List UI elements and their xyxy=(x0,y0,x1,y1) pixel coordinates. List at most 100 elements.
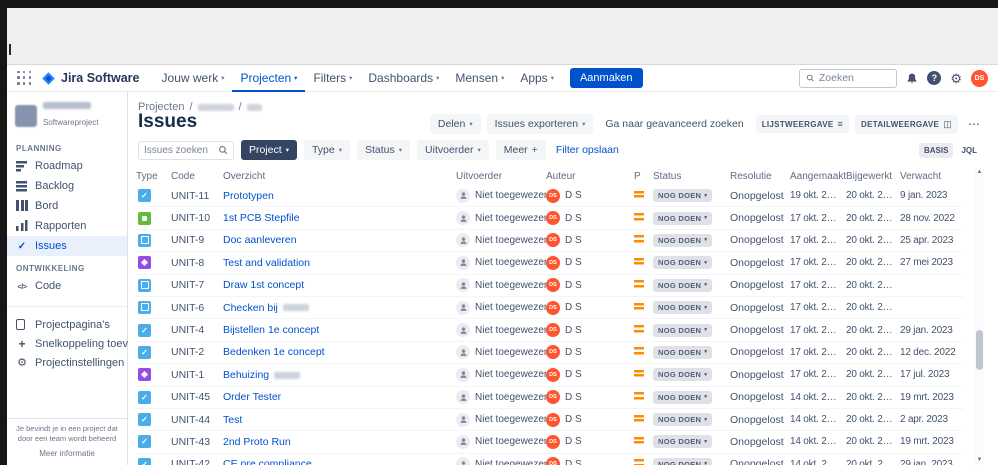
detail-view-toggle[interactable]: DETAILWEERGAVE ◫ xyxy=(855,114,958,134)
status-dropdown[interactable]: NOG DOEN ▾ xyxy=(653,256,713,270)
sidebar-item-issues[interactable]: Issues xyxy=(7,236,127,256)
status-dropdown[interactable]: NOG DOEN ▾ xyxy=(653,413,713,427)
project-header[interactable]: Softwareproject xyxy=(7,92,127,130)
filter-type-dropdown[interactable]: Type ▾ xyxy=(303,140,350,160)
breadcrumb-redacted-item[interactable] xyxy=(246,103,262,111)
col-code[interactable]: Code xyxy=(171,171,223,182)
sidebar-item-projectpaginas[interactable]: Projectpagina's xyxy=(7,315,127,334)
status-dropdown[interactable]: NOG DOEN ▾ xyxy=(653,345,713,359)
issue-summary-link[interactable]: Order Tester xyxy=(223,391,281,403)
issue-summary-link[interactable]: Bedenken 1e concept xyxy=(223,346,325,358)
user-avatar[interactable]: DS xyxy=(971,69,988,87)
sidebar-item-snelkoppeling[interactable]: Snelkoppeling toevoeg... xyxy=(7,334,155,353)
scroll-down-icon[interactable]: ▼ xyxy=(975,457,984,463)
nav-jouw-werk[interactable]: Jouw werk ▾ xyxy=(154,65,233,92)
share-button[interactable]: Delen ▾ xyxy=(429,114,481,134)
status-dropdown[interactable]: NOG DOEN ▾ xyxy=(653,211,713,225)
issue-summary-link[interactable]: Bijstellen 1e concept xyxy=(223,324,319,336)
jira-logo-icon[interactable] xyxy=(41,71,56,86)
issue-row[interactable]: UNIT-10 1st PCB Stepfile Niet toegewezen… xyxy=(136,207,964,230)
nav-mensen[interactable]: Mensen ▾ xyxy=(447,65,512,92)
issue-summary-link[interactable]: Draw 1st concept xyxy=(223,279,304,291)
status-dropdown[interactable]: NOG DOEN ▾ xyxy=(653,435,713,449)
create-button[interactable]: Aanmaken xyxy=(569,68,643,88)
issues-search-input[interactable] xyxy=(144,144,214,156)
col-aangemaakt[interactable]: Aangemaakt↓ xyxy=(790,171,846,182)
status-dropdown[interactable]: NOG DOEN ▾ xyxy=(653,189,713,203)
issue-row[interactable]: UNIT-44 Test Niet toegewezen DS D S NOG … xyxy=(136,408,964,432)
sidebar-item-backlog[interactable]: Backlog xyxy=(7,176,127,196)
nav-apps[interactable]: Apps ▾ xyxy=(512,65,562,92)
issue-row[interactable]: UNIT-6 Checken bij Niet toegewezen DS D … xyxy=(136,296,964,320)
status-dropdown[interactable]: NOG DOEN ▾ xyxy=(653,233,713,247)
col-resolutie[interactable]: Resolutie xyxy=(730,171,790,182)
list-view-toggle[interactable]: LIJSTWEERGAVE ≡ xyxy=(755,115,850,133)
status-dropdown[interactable]: NOG DOEN ▾ xyxy=(653,368,713,382)
issue-summary-link[interactable]: Prototypen xyxy=(223,190,274,202)
export-issues-button[interactable]: Issues exporteren ▾ xyxy=(486,114,594,134)
global-search[interactable] xyxy=(799,68,898,88)
status-dropdown[interactable]: NOG DOEN ▾ xyxy=(653,457,713,465)
settings-gear-icon[interactable]: ⚙ xyxy=(950,72,962,85)
issue-row[interactable]: UNIT-1 Behuizing Niet toegewezen DS D S … xyxy=(136,364,964,387)
sidebar-item-rapporten[interactable]: Rapporten xyxy=(7,216,127,236)
issue-row[interactable]: UNIT-7 Draw 1st concept Niet toegewezen … xyxy=(136,274,964,297)
save-filter-link[interactable]: Filter opslaan xyxy=(556,144,619,156)
notifications-bell-icon[interactable] xyxy=(906,72,918,85)
status-dropdown[interactable]: NOG DOEN ▾ xyxy=(653,390,713,404)
filter-status-dropdown[interactable]: Status ▾ xyxy=(356,140,411,160)
filter-project-dropdown[interactable]: Project ▾ xyxy=(241,140,297,160)
vertical-scrollbar[interactable]: ▲ ▼ xyxy=(975,168,984,465)
mode-jql[interactable]: JQL xyxy=(956,143,982,158)
filter-assignee-dropdown[interactable]: Uitvoerder ▾ xyxy=(417,140,489,160)
issue-summary-link[interactable]: Checken bij xyxy=(223,302,278,314)
issue-row[interactable]: UNIT-8 Test and validation Niet toegewez… xyxy=(136,252,964,275)
col-uitvoerder[interactable]: Uitvoerder xyxy=(456,171,546,182)
col-status[interactable]: Status xyxy=(653,171,730,182)
help-icon[interactable]: ? xyxy=(927,71,942,85)
sidebar-item-bord[interactable]: Bord xyxy=(7,196,127,216)
col-type[interactable]: Type xyxy=(136,171,171,182)
app-switcher-icon[interactable] xyxy=(17,70,32,86)
issue-row[interactable]: UNIT-4 Bijstellen 1e concept Niet toegew… xyxy=(136,319,964,342)
more-actions-button[interactable]: ⋯ xyxy=(964,115,984,133)
advanced-search-button[interactable]: Ga naar geavanceerd zoeken xyxy=(599,114,749,134)
status-dropdown[interactable]: NOG DOEN ▾ xyxy=(653,301,713,315)
scroll-up-icon[interactable]: ▲ xyxy=(975,169,984,175)
col-bijgewerkt[interactable]: Bijgewerkt xyxy=(846,171,900,182)
col-p[interactable]: P xyxy=(634,171,653,182)
nav-dashboards[interactable]: Dashboards ▾ xyxy=(360,65,447,92)
jira-logo-text[interactable]: Jira Software xyxy=(61,71,140,85)
issues-search[interactable] xyxy=(138,140,234,160)
breadcrumb-redacted-project[interactable] xyxy=(197,103,234,111)
global-search-input[interactable] xyxy=(818,72,891,84)
nav-filters[interactable]: Filters ▾ xyxy=(305,65,360,92)
issue-key: UNIT-8 xyxy=(171,256,205,269)
issue-summary-link[interactable]: Behuizing xyxy=(223,369,269,381)
more-info-link[interactable]: Meer informatie xyxy=(13,448,121,459)
issue-row[interactable]: UNIT-45 Order Tester Niet toegewezen DS … xyxy=(136,386,964,409)
sidebar-item-projectinstellingen[interactable]: Projectinstellingen xyxy=(7,353,127,372)
col-auteur[interactable]: Auteur xyxy=(546,171,634,182)
status-dropdown[interactable]: NOG DOEN ▾ xyxy=(653,278,713,292)
col-overzicht[interactable]: Overzicht xyxy=(223,171,456,182)
issue-row[interactable]: UNIT-11 Prototypen Niet toegewezen DS D … xyxy=(136,185,964,208)
issue-row[interactable]: UNIT-42 CE pre compliance Niet toegeweze… xyxy=(136,453,964,465)
sidebar-item-roadmap[interactable]: Roadmap xyxy=(7,156,127,176)
issue-row[interactable]: UNIT-2 Bedenken 1e concept Niet toegewez… xyxy=(136,341,964,365)
status-dropdown[interactable]: NOG DOEN ▾ xyxy=(653,323,713,337)
issue-summary-link[interactable]: CE pre compliance xyxy=(223,458,312,465)
issue-summary-link[interactable]: 1st PCB Stepfile xyxy=(223,212,299,224)
issue-summary-link[interactable]: Doc aanleveren xyxy=(223,234,297,246)
issue-summary-link[interactable]: Test and validation xyxy=(223,257,310,269)
sidebar-item-code[interactable]: Code xyxy=(7,276,127,296)
issue-summary-link[interactable]: Test xyxy=(223,414,242,426)
issue-row[interactable]: UNIT-43 2nd Proto Run Niet toegewezen DS… xyxy=(136,431,964,454)
scrollbar-thumb[interactable] xyxy=(976,330,983,370)
mode-basic[interactable]: BASIS xyxy=(918,143,954,158)
issue-summary-link[interactable]: 2nd Proto Run xyxy=(223,436,291,448)
col-verwacht[interactable]: Verwacht xyxy=(900,171,964,182)
nav-projecten[interactable]: Projecten ▾ xyxy=(232,65,305,92)
filter-more-button[interactable]: Meer + xyxy=(495,140,546,160)
issue-row[interactable]: UNIT-9 Doc aanleveren Niet toegewezen DS… xyxy=(136,229,964,253)
